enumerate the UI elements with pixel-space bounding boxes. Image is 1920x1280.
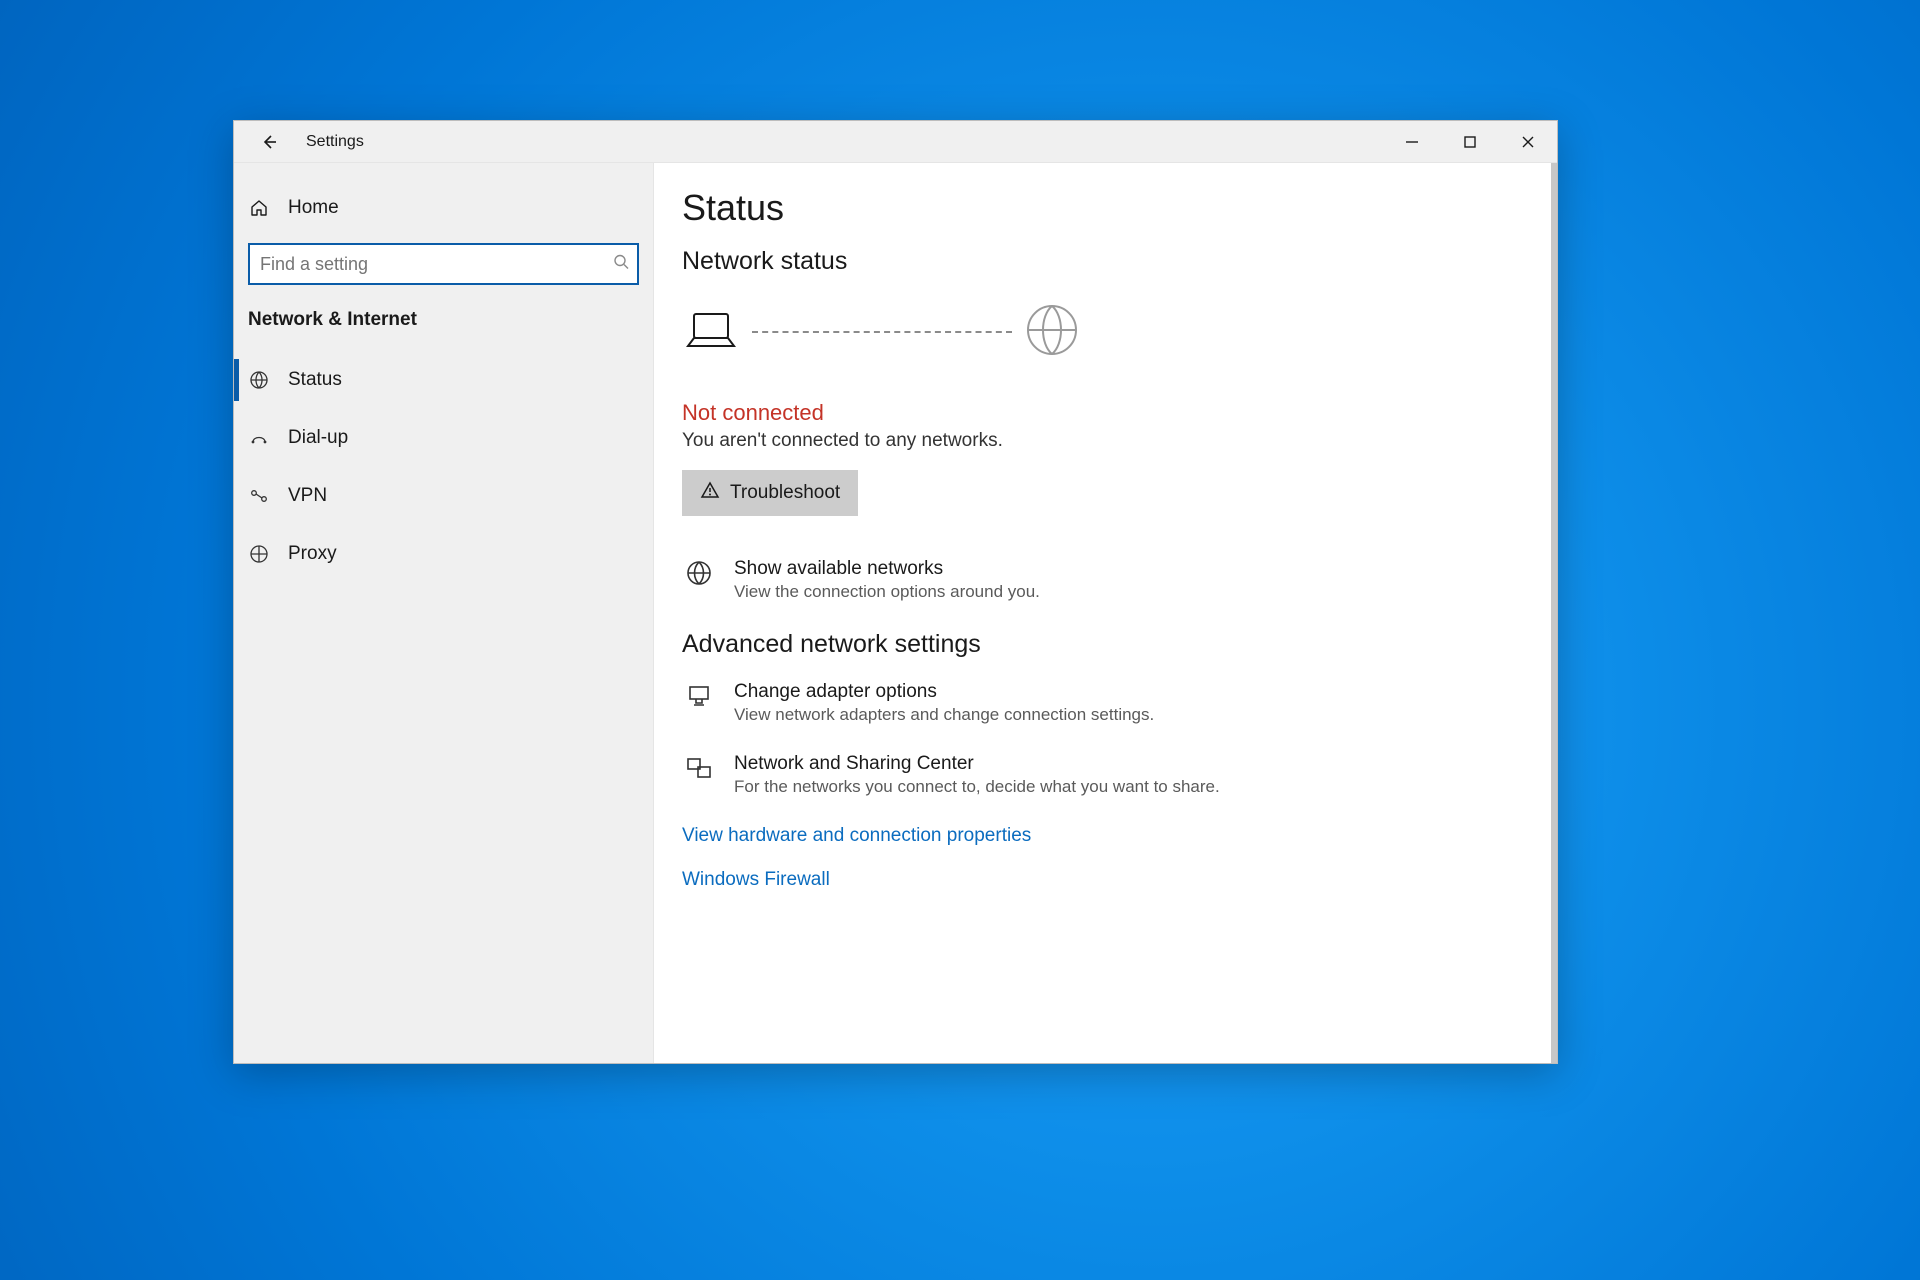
not-connected-label: Not connected bbox=[682, 400, 1529, 426]
adapter-desc: View network adapters and change connect… bbox=[734, 705, 1154, 725]
minimize-icon bbox=[1405, 135, 1419, 149]
adapter-icon bbox=[682, 681, 716, 725]
warning-icon bbox=[700, 480, 720, 506]
vpn-icon bbox=[248, 486, 270, 506]
sidebar-item-label: Dial-up bbox=[288, 427, 348, 449]
search-input[interactable] bbox=[248, 243, 639, 285]
troubleshoot-label: Troubleshoot bbox=[730, 482, 840, 504]
scrollbar[interactable] bbox=[1551, 163, 1557, 1063]
connection-line bbox=[752, 331, 1012, 333]
close-button[interactable] bbox=[1499, 121, 1557, 163]
globe-large-icon bbox=[1024, 302, 1080, 363]
sharing-desc: For the networks you connect to, decide … bbox=[734, 777, 1220, 797]
show-networks-desc: View the connection options around you. bbox=[734, 582, 1040, 602]
search-icon bbox=[613, 254, 629, 275]
laptop-icon bbox=[682, 306, 740, 359]
sidebar-item-label: Proxy bbox=[288, 543, 337, 565]
sharing-icon bbox=[682, 753, 716, 797]
sharing-title: Network and Sharing Center bbox=[734, 753, 1220, 775]
advanced-heading: Advanced network settings bbox=[682, 630, 1529, 659]
home-icon bbox=[248, 198, 270, 218]
window-title: Settings bbox=[306, 133, 364, 151]
sidebar-item-dialup[interactable]: Dial-up bbox=[234, 409, 653, 467]
adapter-title: Change adapter options bbox=[734, 681, 1154, 703]
settings-window: Settings Home bbox=[233, 120, 1558, 1064]
sidebar-item-label: VPN bbox=[288, 485, 327, 507]
network-diagram bbox=[682, 298, 1529, 366]
window-body: Home Network & Internet Status bbox=[234, 163, 1557, 1063]
proxy-icon bbox=[248, 544, 270, 564]
sharing-center[interactable]: Network and Sharing Center For the netwo… bbox=[682, 753, 1529, 797]
minimize-button[interactable] bbox=[1383, 121, 1441, 163]
sidebar-item-vpn[interactable]: VPN bbox=[234, 467, 653, 525]
show-networks-option[interactable]: Show available networks View the connect… bbox=[682, 558, 1529, 602]
back-arrow-icon bbox=[260, 133, 278, 151]
page-title: Status bbox=[682, 187, 1529, 229]
content-pane: Status Network status Not connected You … bbox=[654, 163, 1557, 1063]
dialup-icon bbox=[248, 428, 270, 448]
not-connected-desc: You aren't connected to any networks. bbox=[682, 430, 1529, 452]
sidebar-home[interactable]: Home bbox=[234, 187, 653, 229]
back-button[interactable] bbox=[248, 121, 290, 163]
network-icon bbox=[682, 558, 716, 602]
sidebar-section-title: Network & Internet bbox=[234, 303, 653, 351]
maximize-button[interactable] bbox=[1441, 121, 1499, 163]
show-networks-title: Show available networks bbox=[734, 558, 1040, 580]
globe-icon bbox=[248, 370, 270, 390]
sidebar-item-label: Status bbox=[288, 369, 342, 391]
search-container bbox=[234, 229, 653, 303]
close-icon bbox=[1521, 135, 1535, 149]
titlebar: Settings bbox=[234, 121, 1557, 163]
sidebar-home-label: Home bbox=[288, 197, 339, 219]
sidebar-item-status[interactable]: Status bbox=[234, 351, 653, 409]
adapter-options[interactable]: Change adapter options View network adap… bbox=[682, 681, 1529, 725]
network-status-heading: Network status bbox=[682, 247, 1529, 276]
hardware-properties-link[interactable]: View hardware and connection properties bbox=[682, 825, 1529, 847]
sidebar-item-proxy[interactable]: Proxy bbox=[234, 525, 653, 583]
windows-firewall-link[interactable]: Windows Firewall bbox=[682, 869, 1529, 891]
sidebar: Home Network & Internet Status bbox=[234, 163, 654, 1063]
maximize-icon bbox=[1463, 135, 1477, 149]
troubleshoot-button[interactable]: Troubleshoot bbox=[682, 470, 858, 516]
